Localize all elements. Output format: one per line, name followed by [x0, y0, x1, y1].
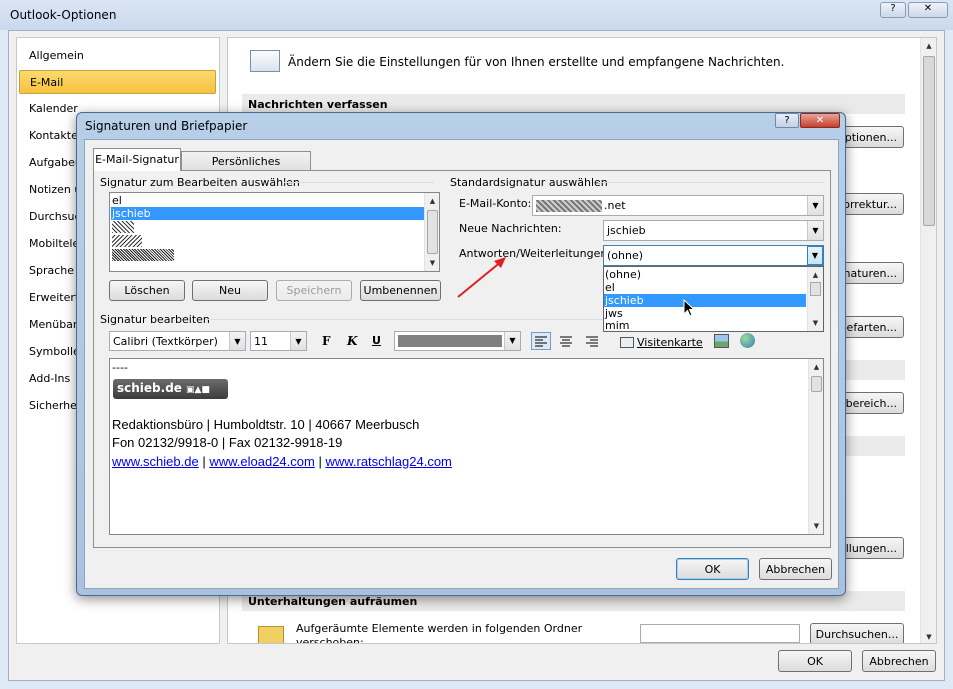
chevron-down-icon[interactable]: ▼	[229, 332, 245, 350]
rename-button[interactable]: Umbenennen	[360, 280, 441, 301]
list-scroll-thumb[interactable]	[427, 210, 438, 254]
default-signature-label: Standardsignatur auswählen	[450, 176, 612, 189]
signatures-dialog: Signaturen und Briefpapier ? ✕ E-Mail-Si…	[76, 112, 846, 596]
compose-section-header: Nachrichten verfassen	[242, 94, 905, 114]
replies-dropdown-list[interactable]: (ohne) el jschieb jws mim ▲ ▼	[603, 266, 824, 332]
outer-title-bar: Outlook-Optionen ? ✕	[0, 0, 953, 30]
redacted-account	[536, 199, 602, 212]
dialog-help-button[interactable]: ?	[775, 113, 799, 128]
dropdown-option[interactable]: el	[605, 281, 615, 294]
dialog-close-button[interactable]: ✕	[800, 113, 840, 128]
sig-dashes: ----	[112, 361, 128, 374]
link-schieb[interactable]: www.schieb.de	[112, 454, 199, 469]
browse-button[interactable]: Durchsuchen...	[810, 623, 904, 643]
align-left-icon	[535, 336, 547, 347]
delete-button[interactable]: Löschen	[109, 280, 185, 301]
tab-email-signature[interactable]: E-Mail-Signatur	[93, 148, 181, 171]
nav-item-1[interactable]: Allgemein	[19, 44, 216, 68]
chevron-down-icon[interactable]: ▼	[807, 246, 823, 265]
font-combo[interactable]: Calibri (Textkörper) ▼	[109, 331, 246, 351]
new-messages-label: Neue Nachrichten:	[459, 222, 562, 235]
options-scrollbar[interactable]: ▲ ▼	[920, 38, 936, 643]
close-icon: ✕	[815, 115, 825, 126]
replies-combo[interactable]: (ohne) ▼	[603, 245, 824, 266]
editor-scrollbar[interactable]: ▲ ▼	[808, 359, 823, 534]
font-size-combo[interactable]: 11 ▼	[250, 331, 307, 351]
align-center-icon[interactable]	[557, 333, 575, 349]
cleanup-folder-icon	[258, 626, 284, 643]
list-item[interactable]: el	[112, 194, 122, 207]
align-left-button[interactable]	[531, 332, 551, 350]
cleanup-text-2: verschoben:	[296, 636, 364, 644]
cleanup-text: Aufgeräumte Elemente werden in folgenden…	[296, 622, 583, 635]
dropdown-scrollbar[interactable]: ▲ ▼	[807, 267, 823, 331]
list-scrollbar[interactable]: ▲ ▼	[424, 193, 439, 271]
font-color-combo[interactable]: ▼	[394, 331, 521, 351]
dropdown-option-selected[interactable]: jschieb	[604, 294, 806, 307]
dialog-ok-button[interactable]: OK	[676, 558, 749, 580]
list-item-selected[interactable]: jschieb	[111, 207, 424, 220]
chevron-down-icon[interactable]: ▼	[807, 221, 823, 240]
link-eload24[interactable]: www.eload24.com	[209, 454, 315, 469]
new-button[interactable]: Neu	[192, 280, 268, 301]
dropdown-option[interactable]: mim	[605, 319, 630, 331]
redacted-entry	[112, 235, 142, 247]
annotation-arrow-icon	[457, 257, 506, 298]
cleanup-section-title: Unterhaltungen aufräumen	[248, 595, 418, 608]
signature-editor[interactable]: ---- schieb.de ▣▲■ Redaktionsbüro | Humbo…	[109, 358, 824, 535]
chevron-down-icon[interactable]: ▼	[504, 332, 520, 350]
dialog-cancel-button[interactable]: Abbrechen	[759, 558, 832, 580]
business-card-button[interactable]: Visitenkarte	[620, 333, 703, 351]
edit-signature-label: Signatur bearbeiten	[100, 313, 214, 326]
outer-help-button[interactable]: ?	[880, 2, 906, 18]
help-icon: ?	[784, 115, 790, 126]
sig-links: www.schieb.de | www.eload24.com | www.ra…	[112, 454, 452, 469]
insert-picture-icon[interactable]	[714, 334, 729, 348]
italic-button[interactable]: K	[347, 334, 357, 348]
redacted-entry	[112, 249, 174, 261]
outer-ok-button[interactable]: OK	[778, 650, 852, 672]
bold-button[interactable]: F	[322, 334, 331, 348]
link-ratschlag24[interactable]: www.ratschlag24.com	[325, 454, 451, 469]
align-right-icon[interactable]	[583, 333, 601, 349]
tab-stationery[interactable]: Persönliches Briefpapier	[181, 151, 311, 181]
envelope-icon	[250, 50, 280, 72]
save-button[interactable]: Speichern	[276, 280, 352, 301]
insert-hyperlink-icon[interactable]	[740, 333, 755, 348]
dropdown-scroll-thumb[interactable]	[810, 282, 821, 296]
business-card-icon	[620, 336, 634, 348]
dialog-client: E-Mail-Signatur Persönliches Briefpapier…	[84, 139, 839, 589]
chevron-down-icon[interactable]: ▼	[290, 332, 306, 350]
outer-close-button[interactable]: ✕	[908, 2, 948, 18]
signature-list[interactable]: el jschieb ▲ ▼	[109, 192, 440, 272]
sig-line-2: Fon 02132/9918-0 | Fax 02132-9918-19	[112, 435, 343, 450]
email-header-text: Ändern Sie die Einstellungen für von Ihn…	[288, 55, 785, 69]
new-messages-combo[interactable]: jschieb ▼	[603, 220, 824, 241]
chevron-down-icon[interactable]: ▼	[807, 196, 823, 215]
dropdown-option[interactable]: (ohne)	[605, 268, 641, 281]
scroll-thumb[interactable]	[923, 56, 935, 226]
schieb-logo: schieb.de ▣▲■	[113, 379, 228, 399]
font-color-swatch	[398, 335, 502, 347]
sig-line-1: Redaktionsbüro | Humboldtstr. 10 | 40667…	[112, 417, 420, 432]
outer-title: Outlook-Optionen	[10, 8, 117, 22]
select-signature-label: Signatur zum Bearbeiten auswählen	[100, 176, 304, 189]
nav-item-2[interactable]: E-Mail	[19, 70, 216, 94]
cleanup-folder-field[interactable]	[640, 624, 800, 643]
tab-panel: Signatur zum Bearbeiten auswählen el jsc…	[93, 170, 831, 548]
outer-cancel-button[interactable]: Abbrechen	[862, 650, 936, 672]
editor-scroll-thumb[interactable]	[811, 376, 822, 392]
redacted-entry	[112, 221, 134, 233]
account-combo[interactable]: .net ▼	[532, 195, 824, 216]
underline-button[interactable]: U	[372, 334, 381, 347]
dialog-title: Signaturen und Briefpapier	[85, 119, 248, 133]
compose-section-title: Nachrichten verfassen	[248, 98, 388, 111]
mouse-cursor-icon	[683, 299, 695, 317]
account-label: E-Mail-Konto:	[459, 197, 532, 210]
